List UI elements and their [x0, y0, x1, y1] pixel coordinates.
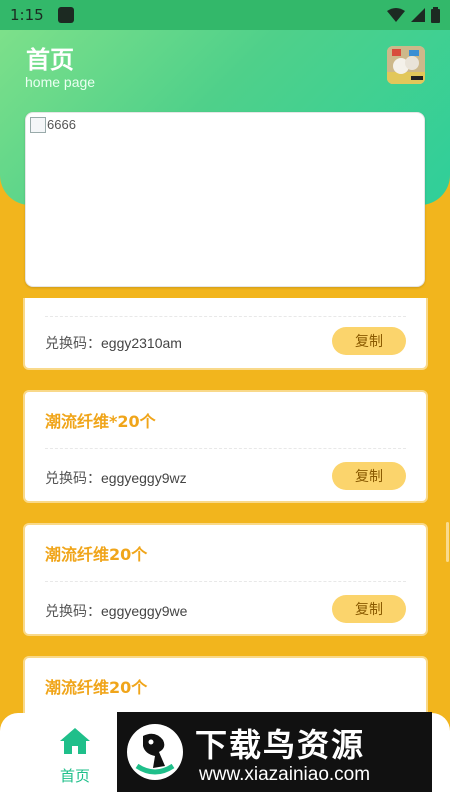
- battery-icon: [431, 7, 440, 23]
- page-subtitle: home page: [25, 74, 96, 90]
- code-label: 兑换码：: [45, 604, 101, 620]
- code-label: 兑换码：: [45, 336, 101, 352]
- code-line: 兑换码：eggy2310am: [45, 333, 182, 353]
- status-bar: 1:15: [0, 0, 450, 30]
- page-title: 首页: [26, 46, 74, 74]
- broken-image-icon: [30, 117, 46, 133]
- copy-button[interactable]: 复制: [332, 462, 406, 490]
- code-line: 兑换码：eggyeggy9wz: [45, 468, 187, 488]
- code-value: eggy2310am: [101, 335, 182, 351]
- code-card: 兑换码：eggy2310am 复制: [23, 298, 428, 370]
- signal-icon: [411, 8, 425, 22]
- wifi-icon: [387, 8, 405, 22]
- scroll-indicator[interactable]: [446, 522, 449, 562]
- broken-image-placeholder: 6666: [30, 117, 76, 133]
- status-icons: [387, 7, 440, 23]
- watermark-title: 下载鸟资源: [195, 726, 366, 764]
- code-card: 潮流纤维*20个 兑换码：eggyeggy9wz 复制: [23, 390, 428, 503]
- card-divider: [45, 316, 406, 317]
- code-line: 兑换码：eggyeggy9we: [45, 601, 187, 621]
- banner-image[interactable]: 6666: [25, 112, 425, 287]
- copy-button[interactable]: 复制: [332, 595, 406, 623]
- copy-button[interactable]: 复制: [332, 327, 406, 355]
- watermark-banner: 下载鸟资源 www.xiazainiao.com: [117, 712, 432, 792]
- bird-logo-icon: [127, 724, 183, 780]
- card-title: 潮流纤维20个: [45, 545, 148, 564]
- status-time: 1:15: [10, 6, 44, 24]
- watermark-url: www.xiazainiao.com: [199, 764, 371, 785]
- card-divider: [45, 448, 406, 449]
- avatar[interactable]: [387, 46, 425, 84]
- banner-alt-text: 6666: [47, 117, 76, 132]
- card-divider: [45, 581, 406, 582]
- avatar-image-icon: [387, 46, 425, 84]
- code-card: 潮流纤维20个 兑换码：eggyeggy9we 复制: [23, 523, 428, 636]
- card-title: 潮流纤维20个: [45, 678, 148, 697]
- notification-icon: [57, 7, 74, 23]
- card-title: 潮流纤维*20个: [45, 412, 156, 431]
- code-value: eggyeggy9wz: [101, 470, 187, 486]
- tab-home-label: 首页: [59, 767, 90, 785]
- code-value: eggyeggy9we: [101, 603, 188, 619]
- code-label: 兑换码：: [45, 471, 101, 487]
- home-icon: [60, 728, 90, 754]
- tab-home[interactable]: 首页: [45, 727, 105, 786]
